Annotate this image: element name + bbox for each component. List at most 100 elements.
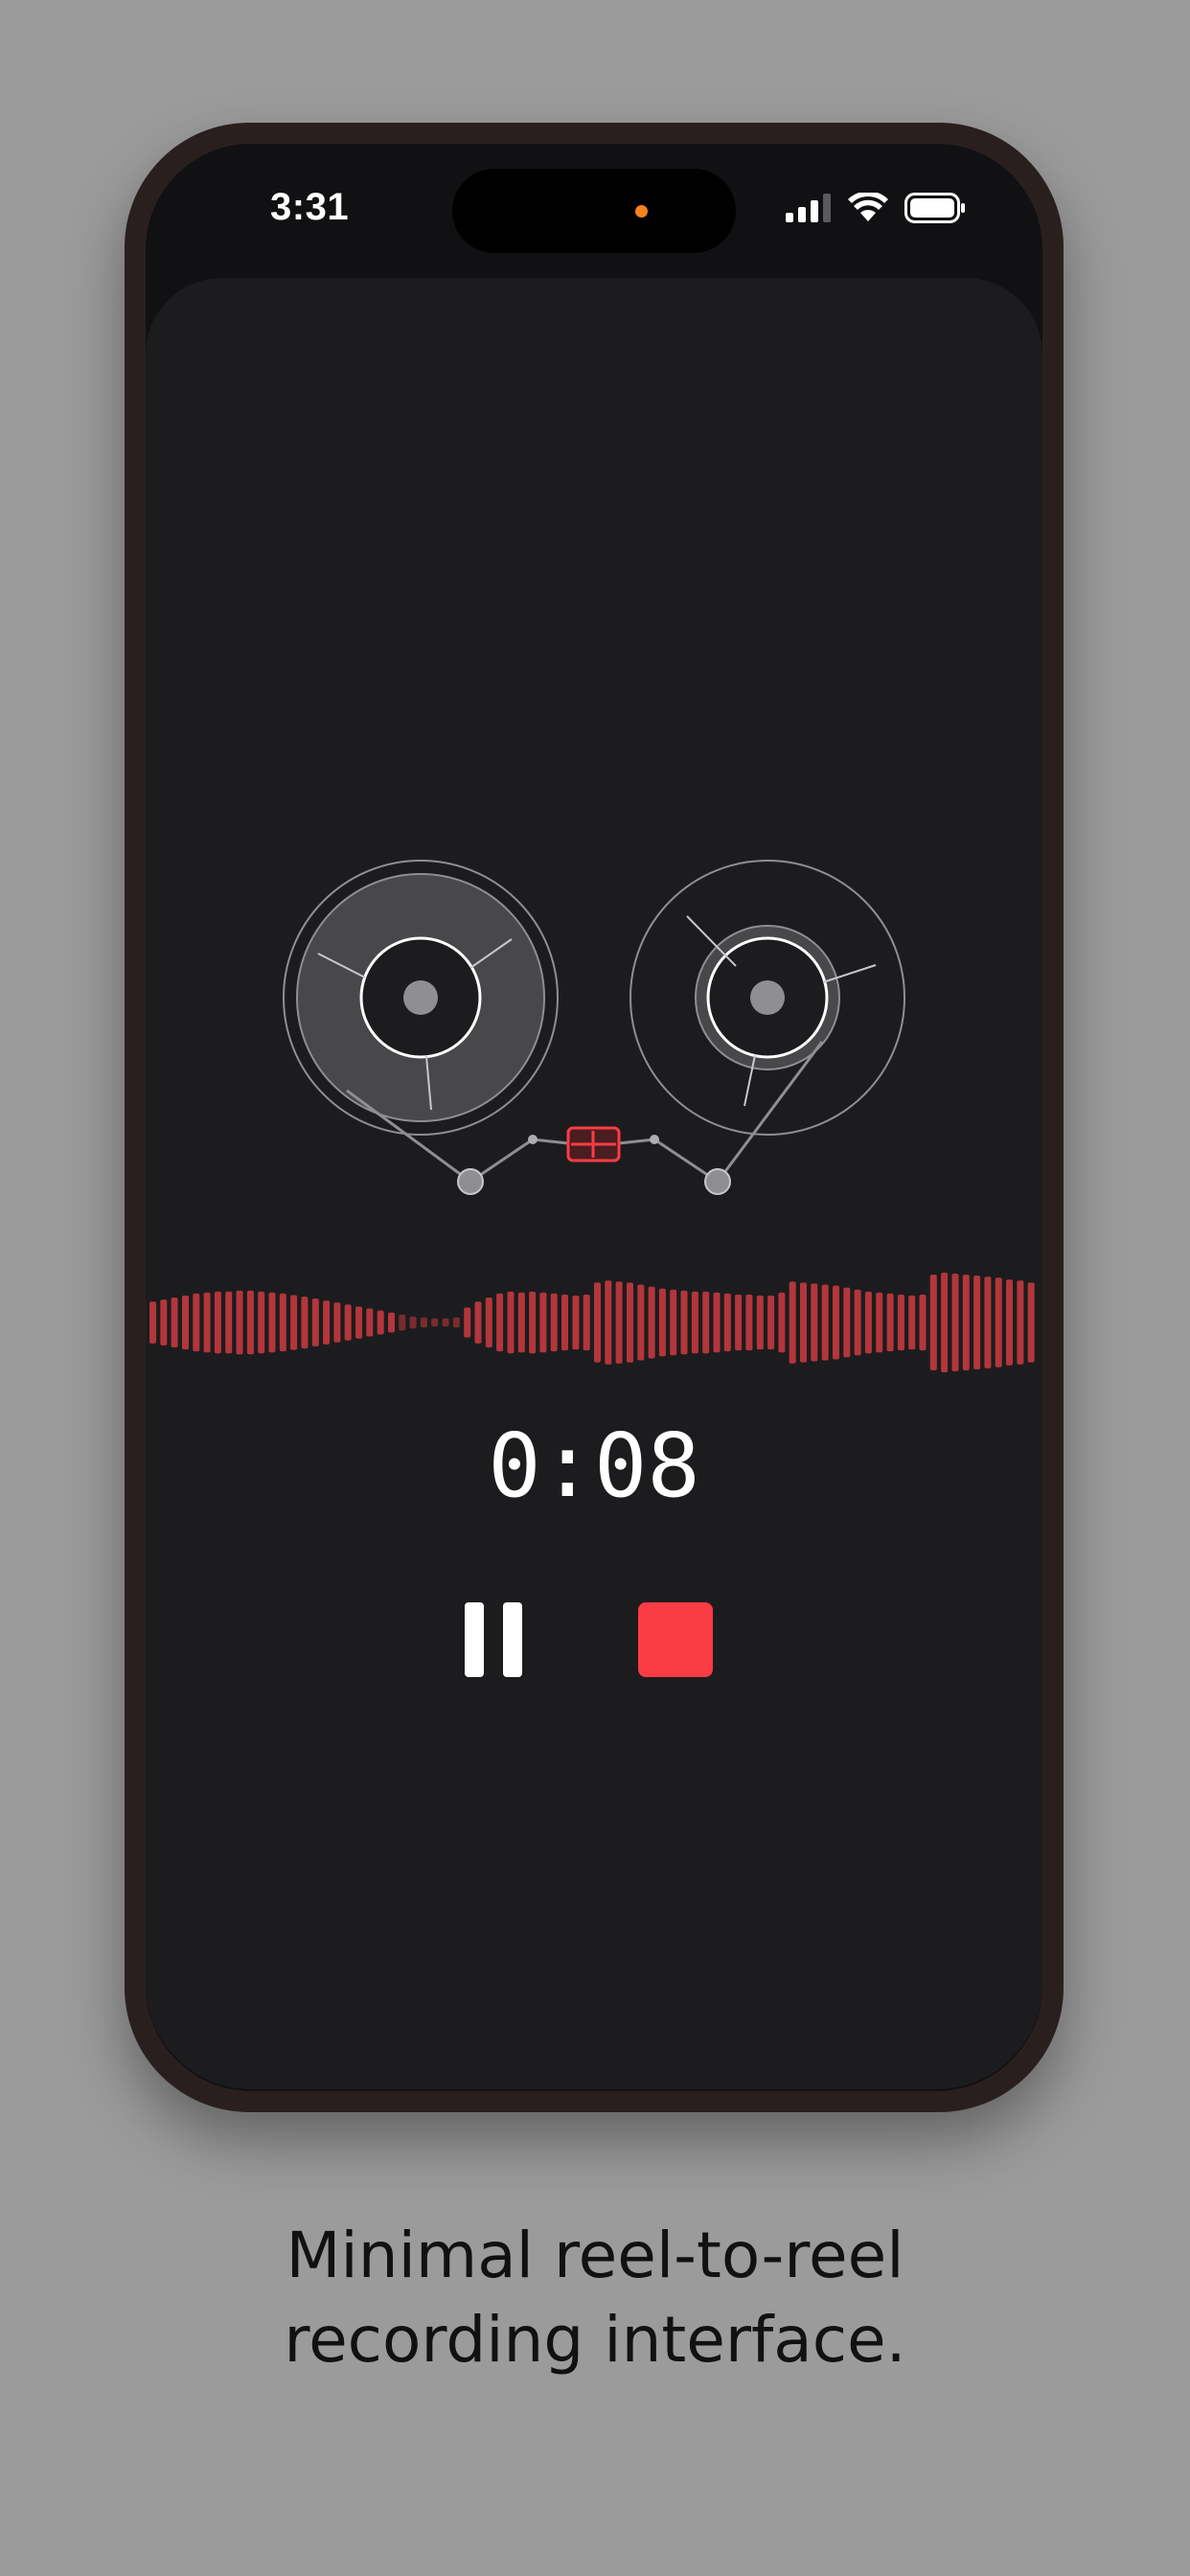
waveform-bar xyxy=(691,1291,698,1354)
waveform-bar xyxy=(680,1290,688,1355)
waveform-bar xyxy=(311,1299,319,1346)
waveform-bar xyxy=(756,1295,764,1350)
pause-button[interactable] xyxy=(465,1602,522,1677)
waveform-bar xyxy=(517,1292,525,1353)
waveform-bar xyxy=(929,1275,937,1370)
waveform-bar xyxy=(1027,1282,1035,1363)
caption: Minimal reel-to-reel recording interface… xyxy=(0,2214,1190,2382)
waveform-bar xyxy=(745,1294,753,1351)
pause-icon xyxy=(465,1602,484,1677)
waveform-bar xyxy=(594,1282,601,1363)
battery-icon xyxy=(904,193,965,223)
waveform-bar xyxy=(864,1291,872,1354)
waveform-bar xyxy=(290,1295,298,1350)
waveform-bar xyxy=(344,1304,352,1341)
waveform-bar xyxy=(496,1293,504,1352)
waveform-bar xyxy=(919,1294,927,1351)
waveform-bar xyxy=(246,1290,254,1355)
waveform xyxy=(149,1273,1035,1372)
waveform-bar xyxy=(149,1301,156,1344)
waveform-bar xyxy=(301,1297,309,1349)
waveform-bar xyxy=(539,1292,547,1353)
waveform-bar xyxy=(800,1282,807,1363)
waveform-bar xyxy=(713,1292,721,1353)
waveform-bar xyxy=(854,1289,861,1356)
waveform-bar xyxy=(333,1302,341,1343)
waveform-bar xyxy=(897,1294,904,1351)
caption-line-1: Minimal reel-to-reel xyxy=(286,2219,904,2292)
waveform-bar xyxy=(583,1294,590,1351)
waveform-bar xyxy=(876,1292,883,1353)
waveform-bar xyxy=(627,1282,633,1363)
phone-frame: 3:31 0:08 xyxy=(125,123,1064,2112)
waveform-bar xyxy=(366,1308,374,1337)
waveform-bar xyxy=(550,1293,558,1352)
waveform-bar xyxy=(821,1284,829,1361)
waveform-bar xyxy=(995,1277,1002,1368)
waveform-bar xyxy=(452,1317,460,1328)
waveform-bar xyxy=(702,1291,710,1354)
waveform-bar xyxy=(485,1298,492,1347)
recorder-panel: 0:08 xyxy=(146,278,1042,2089)
waveform-bar xyxy=(735,1294,743,1351)
dynamic-island xyxy=(452,169,736,253)
waveform-bar xyxy=(778,1292,786,1353)
waveform-bar xyxy=(279,1293,286,1352)
pause-icon xyxy=(503,1602,522,1677)
cellular-signal-icon xyxy=(786,194,831,222)
status-icons xyxy=(786,192,966,224)
recording-controls xyxy=(146,1602,1042,1679)
waveform-bar xyxy=(225,1291,233,1354)
waveform-bar xyxy=(399,1314,406,1331)
waveform-bar xyxy=(951,1274,959,1371)
waveform-bar xyxy=(182,1295,189,1350)
waveform-bar xyxy=(984,1276,992,1368)
waveform-bar xyxy=(886,1293,894,1352)
stop-button[interactable] xyxy=(638,1602,713,1677)
waveform-bar xyxy=(529,1291,537,1354)
waveform-bar xyxy=(160,1300,168,1346)
waveform-bar xyxy=(908,1295,916,1350)
waveform-bar xyxy=(833,1285,839,1360)
waveform-bar xyxy=(723,1293,731,1352)
status-bar: 3:31 xyxy=(146,144,1042,278)
waveform-bar xyxy=(658,1288,666,1357)
waveform-bar xyxy=(474,1301,482,1344)
waveform-bar xyxy=(214,1291,221,1354)
waveform-bar xyxy=(420,1317,427,1328)
waveform-bar xyxy=(605,1280,612,1365)
waveform-bar xyxy=(767,1295,775,1350)
phone-screen: 3:31 0:08 xyxy=(146,144,1042,2091)
waveform-bar xyxy=(1017,1280,1024,1365)
waveform-bar xyxy=(431,1318,439,1327)
waveform-bar xyxy=(561,1294,568,1351)
waveform-bar xyxy=(637,1284,645,1361)
waveform-bar xyxy=(323,1300,331,1345)
waveform-bar xyxy=(811,1283,818,1362)
waveform-bar xyxy=(615,1281,623,1364)
waveform-bar xyxy=(973,1276,981,1369)
waveform-bar xyxy=(388,1312,395,1333)
waveform-bar xyxy=(648,1286,655,1359)
waveform-bar xyxy=(670,1289,677,1356)
caption-line-2: recording interface. xyxy=(284,2303,906,2377)
waveform-bar xyxy=(203,1292,211,1353)
waveform-bar xyxy=(507,1291,515,1354)
status-time: 3:31 xyxy=(270,186,350,228)
waveform-bar xyxy=(355,1306,362,1339)
wifi-icon xyxy=(848,193,888,221)
waveform-bar xyxy=(789,1281,796,1364)
waveform-bar xyxy=(572,1295,580,1350)
waveform-bar xyxy=(442,1318,449,1327)
waveform-bar xyxy=(258,1291,265,1354)
waveform-bar xyxy=(409,1316,417,1329)
waveform-bar xyxy=(1006,1279,1013,1366)
elapsed-time: 0:08 xyxy=(488,1414,700,1517)
waveform-bar xyxy=(464,1307,471,1338)
waveform-bar xyxy=(843,1287,851,1358)
waveform-bar xyxy=(962,1275,970,1370)
waveform-bar xyxy=(193,1293,200,1352)
waveform-bar xyxy=(377,1310,384,1335)
waveform-bar xyxy=(941,1273,949,1372)
waveform-bar xyxy=(171,1298,178,1347)
